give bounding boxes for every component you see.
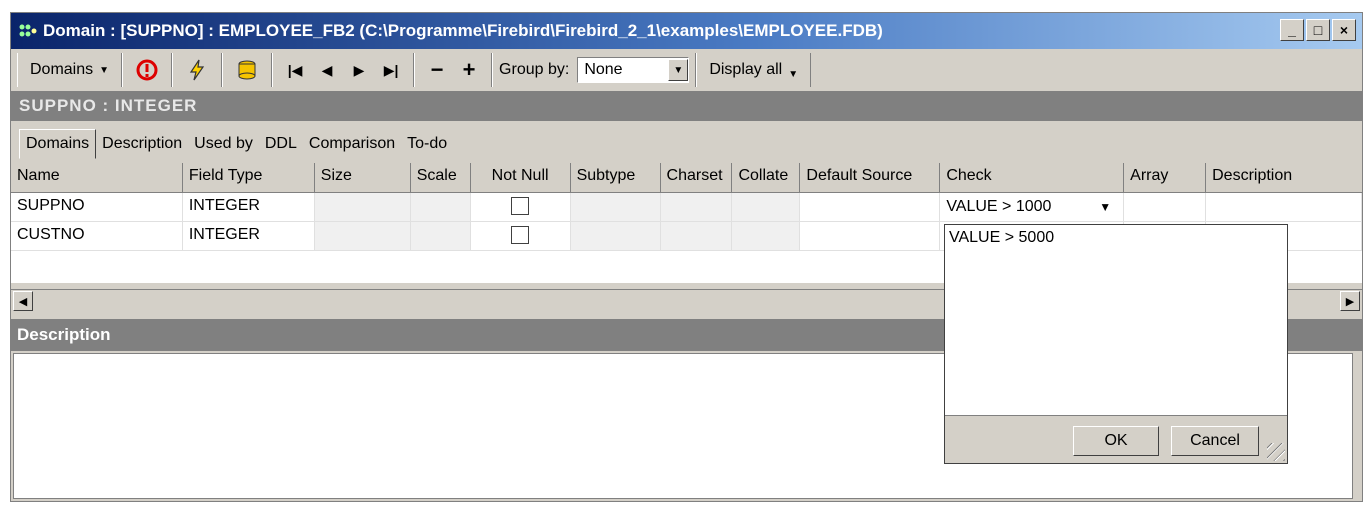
cell-scale[interactable] — [410, 222, 471, 250]
chevron-down-icon: ▼ — [668, 59, 689, 81]
popup-footer: OK Cancel — [945, 415, 1287, 463]
cell-field-type[interactable]: INTEGER — [183, 222, 315, 250]
title-bar[interactable]: Domain : [SUPPNO] : EMPLOYEE_FB2 (C:\Pro… — [11, 13, 1362, 49]
remove-button[interactable]: − — [421, 55, 453, 85]
prev-icon: ◀ — [321, 61, 333, 78]
plus-icon: + — [462, 57, 476, 82]
domains-menu-label: Domains — [30, 61, 94, 78]
next-record-button[interactable]: ▶ — [343, 55, 375, 85]
cell-subtype[interactable] — [570, 222, 661, 250]
window-title: Domain : [SUPPNO] : EMPLOYEE_FB2 (C:\Pro… — [43, 21, 883, 40]
add-button[interactable]: + — [453, 55, 485, 85]
last-icon: ▶| — [383, 61, 399, 78]
scroll-left-icon[interactable]: ◀ — [13, 291, 33, 311]
description-title: Description — [17, 325, 111, 344]
table-row[interactable]: SUPPNO INTEGER VALUE > 1000 ▼ — [11, 193, 1362, 222]
alert-button[interactable] — [129, 55, 165, 85]
column-header-scale[interactable]: Scale — [410, 163, 471, 193]
app-icon — [19, 24, 37, 37]
lightning-icon — [189, 59, 205, 81]
group-by-select[interactable]: None ▼ — [577, 57, 690, 83]
close-button[interactable]: × — [1332, 19, 1356, 41]
minimize-button[interactable]: _ — [1280, 19, 1304, 41]
chevron-down-icon: ▼ — [788, 68, 799, 80]
column-header-array[interactable]: Array — [1124, 163, 1207, 193]
cell-collate[interactable] — [732, 193, 801, 221]
first-record-button[interactable]: |◀ — [279, 55, 311, 85]
cancel-button-label: Cancel — [1190, 432, 1240, 449]
toolbar: Domains ▼ |◀ ◀ ▶ ▶| − + Group by: None ▼… — [11, 51, 1362, 89]
compile-button[interactable] — [179, 55, 215, 85]
ok-button-label: OK — [1104, 432, 1128, 449]
cell-not-null[interactable] — [471, 193, 571, 221]
chevron-down-icon: ▼ — [99, 64, 110, 76]
cell-name[interactable]: SUPPNO — [11, 193, 183, 221]
cell-field-type[interactable]: INTEGER — [183, 193, 315, 221]
ok-button[interactable]: OK — [1073, 426, 1159, 456]
domain-title: SUPPNO : INTEGER — [19, 96, 198, 115]
display-all-label: Display all — [709, 61, 783, 78]
cancel-button[interactable]: Cancel — [1171, 426, 1259, 456]
tab-bar: Domains Description Used by DDL Comparis… — [19, 127, 453, 159]
tab-to-do[interactable]: To-do — [401, 129, 453, 159]
cell-array[interactable] — [1124, 193, 1207, 221]
cell-charset[interactable] — [660, 222, 733, 250]
cell-not-null[interactable] — [471, 222, 571, 250]
alert-icon — [136, 59, 158, 81]
column-header-check[interactable]: Check — [940, 163, 1125, 193]
cell-size[interactable] — [314, 222, 411, 250]
cell-default-source[interactable] — [800, 222, 941, 250]
database-button[interactable] — [229, 55, 265, 85]
column-header-subtype[interactable]: Subtype — [570, 163, 661, 193]
tab-comparison[interactable]: Comparison — [303, 129, 401, 159]
check-dropdown[interactable]: VALUE > 1000 ▼ — [940, 193, 1125, 221]
cell-scale[interactable] — [410, 193, 471, 221]
prev-record-button[interactable]: ◀ — [311, 55, 343, 85]
cell-charset[interactable] — [660, 193, 733, 221]
column-header-field-type[interactable]: Field Type — [182, 163, 315, 193]
cell-description[interactable] — [1206, 193, 1362, 221]
tab-used-by[interactable]: Used by — [188, 129, 259, 159]
next-icon: ▶ — [353, 61, 365, 78]
cell-default-source[interactable] — [800, 193, 941, 221]
chevron-down-icon[interactable]: ▼ — [1099, 200, 1111, 214]
cell-collate[interactable] — [732, 222, 801, 250]
database-icon — [238, 60, 256, 80]
column-header-collate[interactable]: Collate — [732, 163, 801, 193]
not-null-checkbox[interactable] — [511, 197, 530, 215]
tab-domains[interactable]: Domains — [19, 129, 97, 159]
check-popup: VALUE > 5000 OK Cancel — [944, 224, 1288, 464]
last-record-button[interactable]: ▶| — [375, 55, 407, 85]
check-popup-text[interactable]: VALUE > 5000 — [945, 225, 1287, 251]
tab-description[interactable]: Description — [96, 129, 188, 159]
cell-check-value: VALUE > 1000 — [946, 198, 1052, 215]
group-by-label: Group by: — [499, 61, 570, 78]
tab-ddl[interactable]: DDL — [259, 129, 303, 159]
cell-size[interactable] — [314, 193, 411, 221]
domain-header: SUPPNO : INTEGER — [11, 91, 1362, 121]
minus-icon: − — [430, 57, 444, 82]
domains-menu-button[interactable]: Domains ▼ — [24, 55, 115, 85]
maximize-button[interactable]: □ — [1306, 19, 1330, 41]
first-icon: |◀ — [287, 61, 303, 78]
column-header-size[interactable]: Size — [314, 163, 411, 193]
display-all-button[interactable]: Display all ▼ — [703, 55, 804, 85]
group-by-value: None — [584, 61, 623, 78]
column-header-name[interactable]: Name — [11, 163, 183, 193]
column-header-default-source[interactable]: Default Source — [800, 163, 941, 193]
not-null-checkbox[interactable] — [511, 226, 530, 244]
column-header-charset[interactable]: Charset — [660, 163, 733, 193]
cell-subtype[interactable] — [570, 193, 661, 221]
scroll-right-icon[interactable]: ▶ — [1340, 291, 1360, 311]
column-header-not-null[interactable]: Not Null — [470, 163, 571, 193]
cell-name[interactable]: CUSTNO — [11, 222, 183, 250]
column-header-description[interactable]: Description — [1206, 163, 1362, 193]
resize-grip-icon[interactable] — [1267, 443, 1285, 461]
grid-header: Name Field Type Size Scale Not Null Subt… — [11, 163, 1362, 193]
